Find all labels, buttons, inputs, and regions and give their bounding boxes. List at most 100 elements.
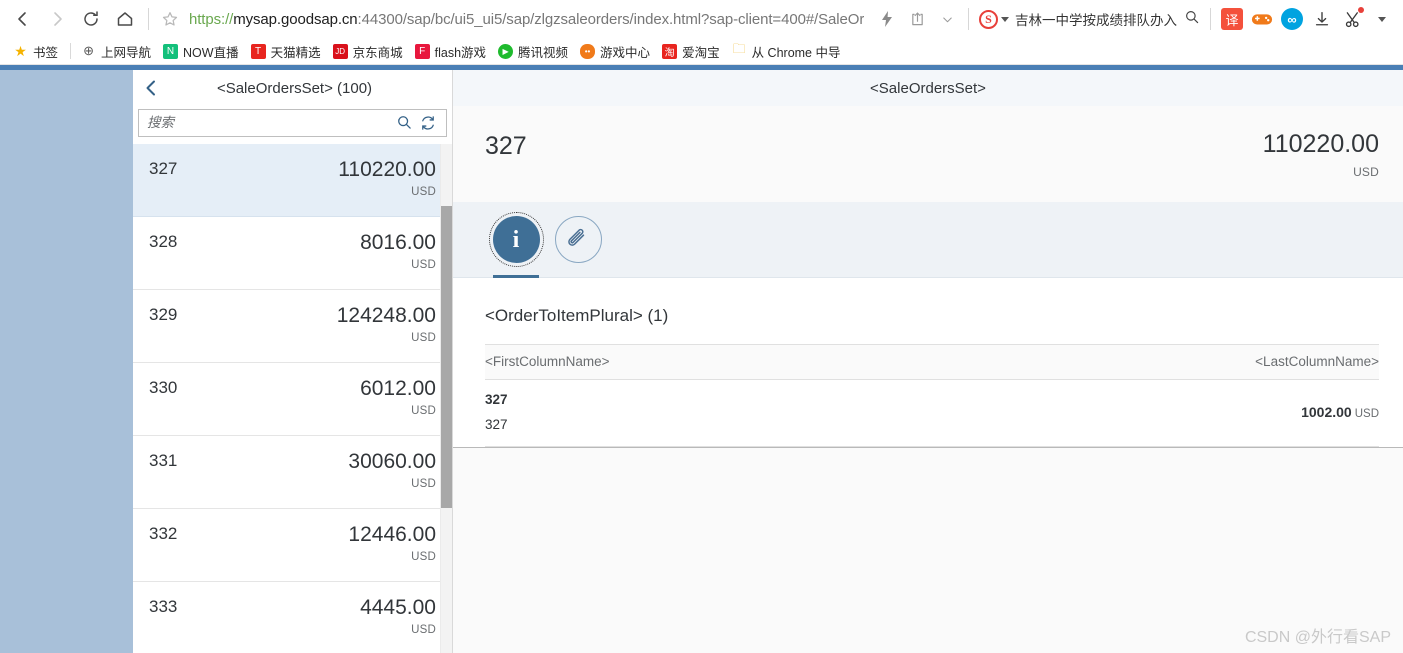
cell-primary-text: 327 bbox=[485, 392, 508, 407]
list-item-amount: 8016.00 bbox=[360, 231, 436, 254]
column-header-first[interactable]: <FirstColumnName> bbox=[485, 344, 934, 380]
address-bar[interactable]: https://mysap.goodsap.cn:44300/sap/bc/ui… bbox=[185, 2, 872, 36]
list-item-currency: USD bbox=[411, 405, 436, 417]
tab-attachments[interactable] bbox=[547, 202, 609, 278]
list-item-amount-wrap: 110220.00 USD bbox=[177, 159, 436, 199]
bookmark-item[interactable]: T 天猫精选 bbox=[246, 40, 328, 62]
bookmark-item[interactable]: ⊕ 上网导航 bbox=[76, 40, 158, 62]
bookmark-item[interactable]: JD 京东商城 bbox=[328, 40, 410, 62]
list-item-currency: USD bbox=[411, 624, 436, 636]
bookmark-star-icon[interactable] bbox=[155, 4, 185, 34]
list-item[interactable]: 333 4445.00 USD bbox=[133, 582, 452, 653]
list-item[interactable]: 328 8016.00 USD bbox=[133, 217, 452, 290]
bookmark-item[interactable]: •• 游戏中心 bbox=[575, 40, 657, 62]
gamepad-icon[interactable] bbox=[1247, 3, 1277, 35]
master-back-button[interactable] bbox=[133, 70, 169, 106]
table-cell-last: 1002.00 USD bbox=[933, 379, 1379, 447]
reload-button[interactable] bbox=[74, 2, 108, 36]
list-item-amount: 4445.00 bbox=[360, 596, 436, 619]
home-button[interactable] bbox=[108, 2, 142, 36]
watermark: CSDN @外行看SAP bbox=[1244, 629, 1391, 646]
browser-chrome: https://mysap.goodsap.cn:44300/sap/bc/ui… bbox=[0, 0, 1403, 65]
column-header-last[interactable]: <LastColumnName> bbox=[933, 344, 1379, 380]
share-icon[interactable] bbox=[902, 3, 932, 35]
master-scrollbar[interactable] bbox=[440, 144, 452, 653]
taobao-icon: 淘 bbox=[662, 43, 678, 59]
list-item-id: 331 bbox=[149, 451, 178, 470]
jd-icon: JD bbox=[332, 43, 348, 59]
url-host: mysap.goodsap.cn bbox=[233, 10, 358, 28]
refresh-icon[interactable] bbox=[416, 111, 440, 135]
bookmark-label: 天猫精选 bbox=[270, 45, 321, 60]
list-item-amount: 124248.00 bbox=[336, 304, 436, 327]
master-subheader bbox=[133, 106, 452, 144]
bookmark-label: 京东商城 bbox=[352, 45, 403, 60]
list-item-id: 327 bbox=[149, 159, 178, 178]
browser-search-icon[interactable] bbox=[1184, 9, 1200, 30]
list-item[interactable]: 332 12446.00 USD bbox=[133, 509, 452, 582]
master-list-items: 327 110220.00 USD 328 8016.00 USD 329 124248.00… bbox=[133, 144, 452, 653]
search-query-text: 吉林一中学按成绩排队办入 bbox=[1015, 13, 1177, 28]
list-item-id: 330 bbox=[149, 378, 178, 397]
master-header: <SaleOrdersSet> (100) bbox=[133, 70, 452, 106]
info-icon: i bbox=[488, 212, 544, 267]
paperclip-icon bbox=[554, 216, 602, 263]
cell-secondary-text: 327 bbox=[485, 417, 508, 432]
bookmark-item[interactable]: 🗀 从 Chrome 中导 bbox=[727, 40, 848, 62]
folder-icon: 🗀 bbox=[732, 41, 746, 56]
magnifier-icon[interactable] bbox=[392, 111, 416, 135]
right-caret-icon[interactable] bbox=[1367, 3, 1397, 35]
forward-button[interactable] bbox=[40, 2, 74, 36]
search-input[interactable] bbox=[147, 115, 392, 130]
browser-search-box[interactable]: S 吉林一中学按成绩排队办入 bbox=[975, 3, 1204, 35]
sogou-icon: S bbox=[979, 9, 998, 29]
list-item[interactable]: 331 30060.00 USD bbox=[133, 436, 452, 509]
list-item[interactable]: 330 6012.00 USD bbox=[133, 363, 452, 436]
bookmark-item[interactable]: N NOW直播 bbox=[158, 40, 246, 62]
globe-icon: ⊕ bbox=[83, 43, 94, 58]
url-scheme: https:// bbox=[189, 10, 234, 28]
object-header: 327 110220.00 USD bbox=[453, 106, 1403, 202]
bookmark-item[interactable]: ▶ 腾讯视频 bbox=[493, 40, 575, 62]
master-list[interactable]: 327 110220.00 USD 328 8016.00 USD 329 124248.00… bbox=[133, 144, 452, 653]
chevron-down-icon[interactable] bbox=[932, 3, 962, 35]
table-row[interactable]: 327 327 1002.00 USD bbox=[485, 379, 1379, 447]
tab-info[interactable]: i bbox=[485, 202, 547, 278]
download-icon[interactable] bbox=[1307, 3, 1337, 35]
detail-content: <OrderToItemPlural> (1) <FirstColumnName… bbox=[453, 278, 1403, 653]
star-icon: ★ bbox=[14, 42, 27, 59]
infinity-icon[interactable]: ∞ bbox=[1277, 3, 1307, 35]
search-engine-caret-icon[interactable] bbox=[1001, 16, 1009, 22]
list-item-currency: USD bbox=[411, 186, 436, 198]
screenshot-scissors-icon[interactable] bbox=[1337, 3, 1367, 35]
left-gutter bbox=[0, 70, 133, 653]
list-item-currency: USD bbox=[411, 259, 436, 271]
app-body: <SaleOrdersSet> (100) 327110220.00USD328… bbox=[0, 70, 1403, 653]
lightning-icon[interactable] bbox=[872, 3, 902, 35]
bookmark-item[interactable]: 淘爱淘宝 bbox=[657, 40, 727, 62]
table-title: <OrderToItemPlural> (1) bbox=[485, 306, 669, 325]
bookmark-item[interactable]: ★ 书签 bbox=[8, 40, 65, 62]
list-item-amount-wrap: 124248.00 USD bbox=[177, 305, 436, 345]
bookmark-item[interactable]: Fflash游戏 bbox=[410, 40, 493, 62]
list-item[interactable]: 329 124248.00 USD bbox=[133, 290, 452, 363]
bookmark-label: 书签 bbox=[33, 45, 59, 60]
translate-glyph: 译 bbox=[1221, 8, 1243, 30]
list-item-id: 328 bbox=[149, 232, 178, 251]
list-item-amount-wrap: 30060.00 USD bbox=[177, 451, 436, 491]
translate-icon[interactable]: 译 bbox=[1217, 3, 1247, 35]
tmall-icon: T bbox=[250, 43, 266, 59]
browser-right-tools: S 吉林一中学按成绩排队办入 译 ∞ bbox=[872, 3, 1397, 35]
master-title: <SaleOrdersSet> (100) bbox=[216, 79, 373, 97]
master-scrollbar-thumb[interactable] bbox=[441, 206, 452, 508]
toolbar-divider-2 bbox=[968, 8, 969, 30]
back-button[interactable] bbox=[6, 2, 40, 36]
items-table-header-row: <FirstColumnName> <LastColumnName> bbox=[485, 344, 1379, 380]
toolbar-divider bbox=[148, 8, 149, 30]
bookmark-label: flash游戏 bbox=[434, 45, 487, 60]
list-item[interactable]: 327 110220.00 USD bbox=[133, 144, 452, 217]
bookmark-label: 上网导航 bbox=[101, 45, 152, 60]
items-table: <FirstColumnName> <LastColumnName> 327 32… bbox=[485, 344, 1379, 447]
bookmark-label: 腾讯视频 bbox=[518, 45, 569, 60]
search-field[interactable] bbox=[138, 108, 447, 137]
